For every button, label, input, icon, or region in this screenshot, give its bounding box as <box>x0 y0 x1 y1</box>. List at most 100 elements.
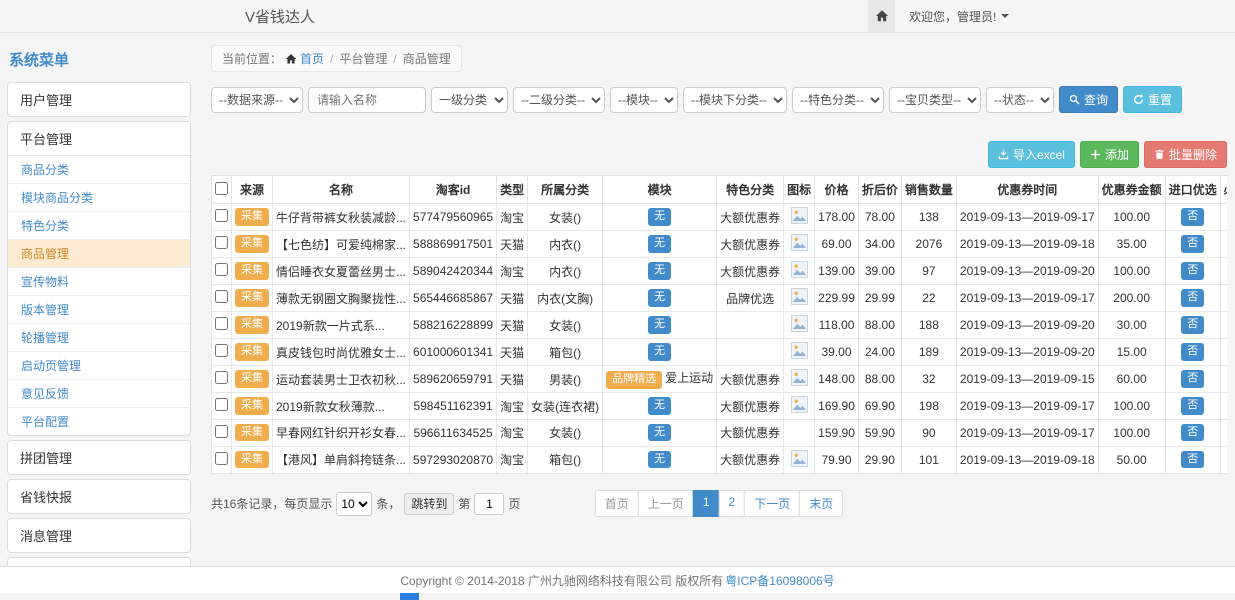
sales-cell: 97 <box>901 258 956 285</box>
sidebar-subitem[interactable]: 平台配置 <box>8 408 190 435</box>
name-cell: 牛仔背带裤女秋装减龄... <box>273 204 410 231</box>
must-buy-cell: 否 <box>1220 393 1227 420</box>
row-checkbox[interactable] <box>215 317 228 330</box>
add-button[interactable]: 添加 <box>1080 141 1139 168</box>
row-checkbox[interactable] <box>215 425 228 438</box>
import-pick-badge[interactable]: 否 <box>1181 397 1204 414</box>
sidebar-item[interactable]: 消息管理 <box>8 519 190 552</box>
import-pick-badge[interactable]: 否 <box>1181 370 1204 387</box>
sidebar-item[interactable]: 省钱快报 <box>8 480 190 513</box>
batch-delete-button[interactable]: 批量删除 <box>1144 141 1227 168</box>
search-button[interactable]: 查询 <box>1059 86 1118 113</box>
row-checkbox[interactable] <box>215 290 228 303</box>
sidebar-subitem[interactable]: 宣传物料 <box>8 268 190 296</box>
sidebar-subitem[interactable]: 启动页管理 <box>8 352 190 380</box>
import-pick-cell: 否 <box>1165 366 1220 393</box>
source-badge: 采集 <box>235 397 269 414</box>
sidebar-subitem[interactable]: 商品分类 <box>8 156 190 184</box>
source-cell: 采集 <box>232 446 273 473</box>
import-excel-button[interactable]: 导入excel <box>988 141 1075 168</box>
page-link[interactable]: 上一页 <box>638 490 694 517</box>
discount-price-cell: 59.90 <box>858 420 901 447</box>
sidebar-subitem[interactable]: 商品管理 <box>8 240 190 268</box>
must-buy-cell: 否 <box>1220 258 1227 285</box>
coupon-amount-cell: 100.00 <box>1098 204 1165 231</box>
source-badge: 采集 <box>235 262 269 279</box>
import-pick-cell: 否 <box>1165 258 1220 285</box>
page-link[interactable]: 末页 <box>799 490 843 517</box>
filter-select[interactable]: --宝贝类型-- <box>889 87 981 113</box>
sidebar-subitem[interactable]: 意见反馈 <box>8 380 190 408</box>
row-checkbox[interactable] <box>215 371 228 384</box>
sidebar-subitem[interactable]: 模块商品分类 <box>8 184 190 212</box>
import-pick-badge[interactable]: 否 <box>1181 451 1204 468</box>
price-cell: 118.00 <box>815 312 859 339</box>
import-pick-badge[interactable]: 否 <box>1181 262 1204 279</box>
page-link[interactable]: 1 <box>693 490 720 517</box>
page-link[interactable]: 首页 <box>595 490 639 517</box>
page-link[interactable]: 下一页 <box>744 490 800 517</box>
sidebar-item[interactable]: 拼团管理 <box>8 441 190 474</box>
row-checkbox[interactable] <box>215 209 228 222</box>
sidebar-subitem[interactable]: 版本管理 <box>8 296 190 324</box>
import-pick-badge[interactable]: 否 <box>1181 289 1204 306</box>
breadcrumb-separator: / <box>330 52 333 66</box>
import-pick-badge[interactable]: 否 <box>1181 316 1204 333</box>
jump-button[interactable]: 跳转到 <box>404 493 454 515</box>
filter-select[interactable]: --状态-- <box>986 87 1054 113</box>
module-badge: 无 <box>648 235 671 252</box>
filter-select[interactable]: --特色分类-- <box>792 87 884 113</box>
user-menu[interactable]: 欢迎您，管理员! <box>909 8 1009 25</box>
import-pick-badge[interactable]: 否 <box>1181 235 1204 252</box>
name-cell: 【港风】单肩斜挎链条... <box>273 446 410 473</box>
import-pick-badge[interactable]: 否 <box>1181 208 1204 225</box>
module-badge: 无 <box>648 316 671 333</box>
column-header: 来源 <box>232 176 273 204</box>
filter-select[interactable]: --模块-- <box>610 87 678 113</box>
product-name-input[interactable] <box>308 87 426 113</box>
filter-select[interactable]: --数据来源-- <box>211 87 303 113</box>
import-pick-badge[interactable]: 否 <box>1181 343 1204 360</box>
module-cell: 无 <box>603 231 717 258</box>
discount-price-cell: 78.00 <box>858 204 901 231</box>
reset-button[interactable]: 重置 <box>1123 86 1182 113</box>
per-page-select[interactable]: 10 <box>336 492 372 516</box>
row-checkbox[interactable] <box>215 452 228 465</box>
navbar-user-area: 欢迎您，管理员! <box>868 0 1009 32</box>
category-cell: 箱包() <box>528 339 603 366</box>
discount-price-cell: 29.99 <box>858 285 901 312</box>
icp-link[interactable]: 粤ICP备16098006号 <box>725 572 834 589</box>
coupon-amount-cell: 15.00 <box>1098 339 1165 366</box>
home-button[interactable] <box>868 0 895 32</box>
row-checkbox[interactable] <box>215 263 228 276</box>
product-image-icon <box>791 342 808 359</box>
row-checkbox[interactable] <box>215 398 228 411</box>
row-checkbox[interactable] <box>215 344 228 357</box>
sidebar-title: 系统菜单 <box>7 45 191 82</box>
category-cell: 女装() <box>528 420 603 447</box>
row-checkbox-cell <box>212 312 232 339</box>
select-all-checkbox[interactable] <box>215 182 228 195</box>
import-pick-badge[interactable]: 否 <box>1181 424 1204 441</box>
sidebar-subitem[interactable]: 轮播管理 <box>8 324 190 352</box>
module-cell: 无 <box>603 420 717 447</box>
page-link[interactable]: 2 <box>719 490 746 517</box>
sidebar-item[interactable]: 平台管理 <box>8 122 190 155</box>
taoke-id-cell: 601000601341 <box>410 339 497 366</box>
filter-select[interactable]: 一级分类 <box>431 87 508 113</box>
breadcrumb-home-link[interactable]: 首页 <box>300 50 324 67</box>
name-cell: 2019新款女秋薄款... <box>273 393 410 420</box>
name-cell: 【七色纺】可爱纯棉家... <box>273 231 410 258</box>
sidebar-subitem[interactable]: 特色分类 <box>8 212 190 240</box>
filter-select[interactable]: --二级分类-- <box>513 87 605 113</box>
row-checkbox[interactable] <box>215 236 228 249</box>
filter-select[interactable]: --模块下分类-- <box>683 87 787 113</box>
module-cell: 无 <box>603 339 717 366</box>
sidebar-submenu: 商品分类模块商品分类特色分类商品管理宣传物料版本管理轮播管理启动页管理意见反馈平… <box>8 155 190 435</box>
sidebar-item[interactable]: 用户管理 <box>8 83 190 116</box>
jump-page-input[interactable] <box>474 493 504 515</box>
source-badge: 采集 <box>235 235 269 252</box>
taoke-id-cell: 598451162391 <box>410 393 497 420</box>
table-row: 采集【七色纺】可爱纯棉家...588869917501天猫内衣()无大额优惠券6… <box>212 231 1228 258</box>
name-cell: 2019新款一片式系... <box>273 312 410 339</box>
